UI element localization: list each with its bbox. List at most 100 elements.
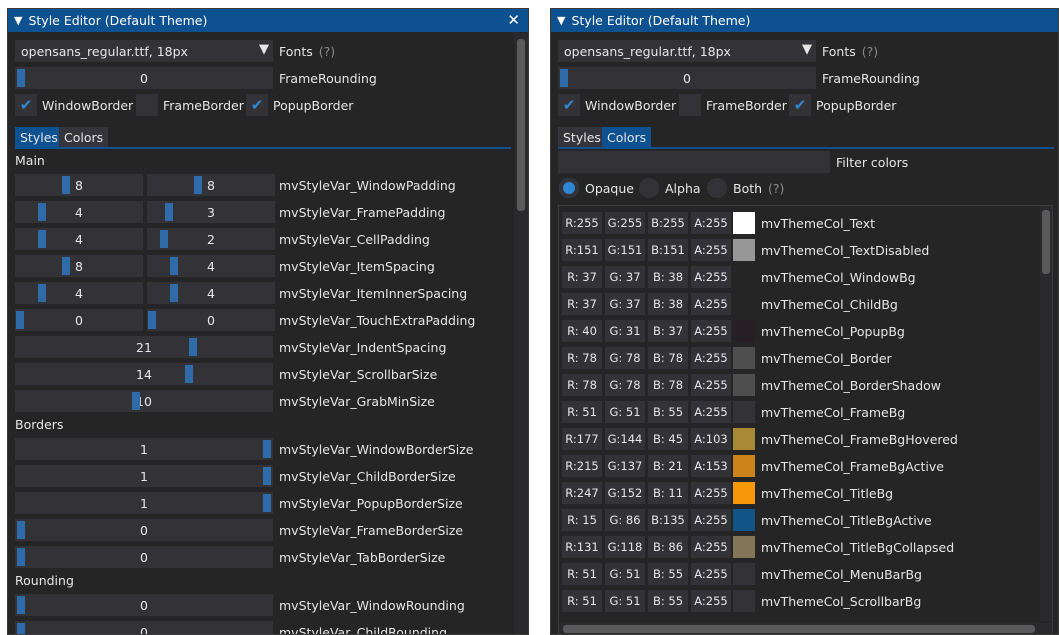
scrollbar-thumb[interactable]	[563, 625, 1035, 633]
color-swatch[interactable]	[733, 293, 755, 315]
item-spacing-y-slider[interactable]: 4	[147, 255, 275, 277]
color-g-input[interactable]: G:144	[605, 428, 645, 450]
color-r-input[interactable]: R: 37	[562, 266, 602, 288]
color-swatch[interactable]	[733, 320, 755, 342]
color-b-input[interactable]: B: 37	[648, 320, 688, 342]
indent-spacing-slider[interactable]: 21	[15, 336, 273, 358]
cell-padding-x-slider[interactable]: 4	[15, 228, 143, 250]
slider-grab[interactable]	[263, 440, 271, 458]
collapse-triangle-icon[interactable]: ▼	[557, 14, 565, 27]
color-g-input[interactable]: G: 78	[605, 374, 645, 396]
color-b-input[interactable]: B: 55	[648, 401, 688, 423]
color-g-input[interactable]: G:255	[605, 212, 645, 234]
slider-grab[interactable]	[132, 392, 140, 410]
color-r-input[interactable]: R: 15	[562, 509, 602, 531]
color-swatch[interactable]	[733, 428, 755, 450]
color-g-input[interactable]: G: 51	[605, 563, 645, 585]
window-border-checkbox[interactable]: ✔	[15, 94, 37, 116]
slider-grab[interactable]	[38, 284, 46, 302]
window-rounding-slider[interactable]: 0	[15, 594, 273, 616]
slider-grab[interactable]	[170, 257, 178, 275]
item-inner-spacing-x-slider[interactable]: 4	[15, 282, 143, 304]
scrollbar-size-slider[interactable]: 14	[15, 363, 273, 385]
child-border-size-slider[interactable]: 1	[15, 465, 273, 487]
color-r-input[interactable]: R: 51	[562, 590, 602, 612]
colors-vertical-scrollbar[interactable]	[1040, 206, 1052, 621]
frame-border-size-slider[interactable]: 0	[15, 519, 273, 541]
color-a-input[interactable]: A:255	[691, 212, 731, 234]
window-padding-x-slider[interactable]: 8	[15, 174, 143, 196]
color-b-input[interactable]: B: 55	[648, 590, 688, 612]
color-r-input[interactable]: R:247	[562, 482, 602, 504]
slider-grab[interactable]	[17, 596, 25, 614]
slider-grab[interactable]	[148, 311, 156, 329]
color-swatch[interactable]	[733, 536, 755, 558]
color-swatch[interactable]	[733, 590, 755, 612]
color-r-input[interactable]: R:177	[562, 428, 602, 450]
color-g-input[interactable]: G: 37	[605, 266, 645, 288]
tab-styles[interactable]: Styles	[558, 127, 606, 147]
color-r-input[interactable]: R:151	[562, 239, 602, 261]
slider-grab[interactable]	[185, 365, 193, 383]
color-g-input[interactable]: G:152	[605, 482, 645, 504]
slider-grab[interactable]	[62, 176, 70, 194]
frame-rounding-slider[interactable]: 0	[558, 67, 816, 89]
color-r-input[interactable]: R: 40	[562, 320, 602, 342]
fonts-help-marker[interactable]: (?)	[862, 44, 878, 59]
scrollbar-thumb[interactable]	[1042, 210, 1050, 274]
touch-extra-padding-y-slider[interactable]: 0	[147, 309, 275, 331]
color-swatch[interactable]	[733, 401, 755, 423]
slider-grab[interactable]	[38, 230, 46, 248]
slider-grab[interactable]	[194, 176, 202, 194]
tab-border-size-slider[interactable]: 0	[15, 546, 273, 568]
color-a-input[interactable]: A:255	[691, 293, 731, 315]
color-g-input[interactable]: G:118	[605, 536, 645, 558]
color-g-input[interactable]: G: 86	[605, 509, 645, 531]
slider-grab[interactable]	[38, 203, 46, 221]
color-r-input[interactable]: R:131	[562, 536, 602, 558]
slider-grab[interactable]	[263, 494, 271, 512]
color-b-input[interactable]: B:255	[648, 212, 688, 234]
window-padding-y-slider[interactable]: 8	[147, 174, 275, 196]
color-g-input[interactable]: G: 51	[605, 401, 645, 423]
title-bar[interactable]: ▼ Style Editor (Default Theme)	[551, 9, 1058, 32]
color-g-input[interactable]: G:151	[605, 239, 645, 261]
color-a-input[interactable]: A:255	[691, 374, 731, 396]
color-r-input[interactable]: R:215	[562, 455, 602, 477]
frame-border-checkbox[interactable]	[679, 94, 701, 116]
slider-grab[interactable]	[263, 467, 271, 485]
tab-colors[interactable]: Colors	[602, 127, 652, 147]
color-a-input[interactable]: A:255	[691, 266, 731, 288]
color-b-input[interactable]: B: 11	[648, 482, 688, 504]
collapse-triangle-icon[interactable]: ▼	[14, 14, 22, 27]
color-a-input[interactable]: A:255	[691, 509, 731, 531]
slider-grab[interactable]	[165, 203, 173, 221]
color-b-input[interactable]: B: 21	[648, 455, 688, 477]
font-combo[interactable]: opensans_regular.ttf, 18px ▼	[15, 40, 273, 62]
slider-grab[interactable]	[17, 548, 25, 566]
color-b-input[interactable]: B: 86	[648, 536, 688, 558]
cell-padding-y-slider[interactable]: 2	[147, 228, 275, 250]
color-r-input[interactable]: R: 78	[562, 374, 602, 396]
item-inner-spacing-y-slider[interactable]: 4	[147, 282, 275, 304]
vertical-scrollbar[interactable]	[514, 33, 528, 634]
radio-help-marker[interactable]: (?)	[768, 181, 784, 196]
popup-border-size-slider[interactable]: 1	[15, 492, 273, 514]
slider-grab[interactable]	[62, 257, 70, 275]
scrollbar-thumb[interactable]	[517, 39, 525, 211]
close-icon[interactable]: ✕	[507, 11, 520, 29]
radio-both[interactable]	[707, 178, 727, 198]
color-swatch[interactable]	[733, 266, 755, 288]
color-a-input[interactable]: A:255	[691, 536, 731, 558]
color-a-input[interactable]: A:103	[691, 428, 731, 450]
color-a-input[interactable]: A:255	[691, 347, 731, 369]
window-border-size-slider[interactable]: 1	[15, 438, 273, 460]
slider-grab[interactable]	[189, 338, 197, 356]
tab-colors[interactable]: Colors	[59, 127, 109, 147]
popup-border-checkbox[interactable]: ✔	[789, 94, 811, 116]
radio-opaque[interactable]	[559, 178, 579, 198]
color-swatch[interactable]	[733, 347, 755, 369]
color-swatch[interactable]	[733, 239, 755, 261]
color-a-input[interactable]: A:255	[691, 239, 731, 261]
frame-padding-x-slider[interactable]: 4	[15, 201, 143, 223]
